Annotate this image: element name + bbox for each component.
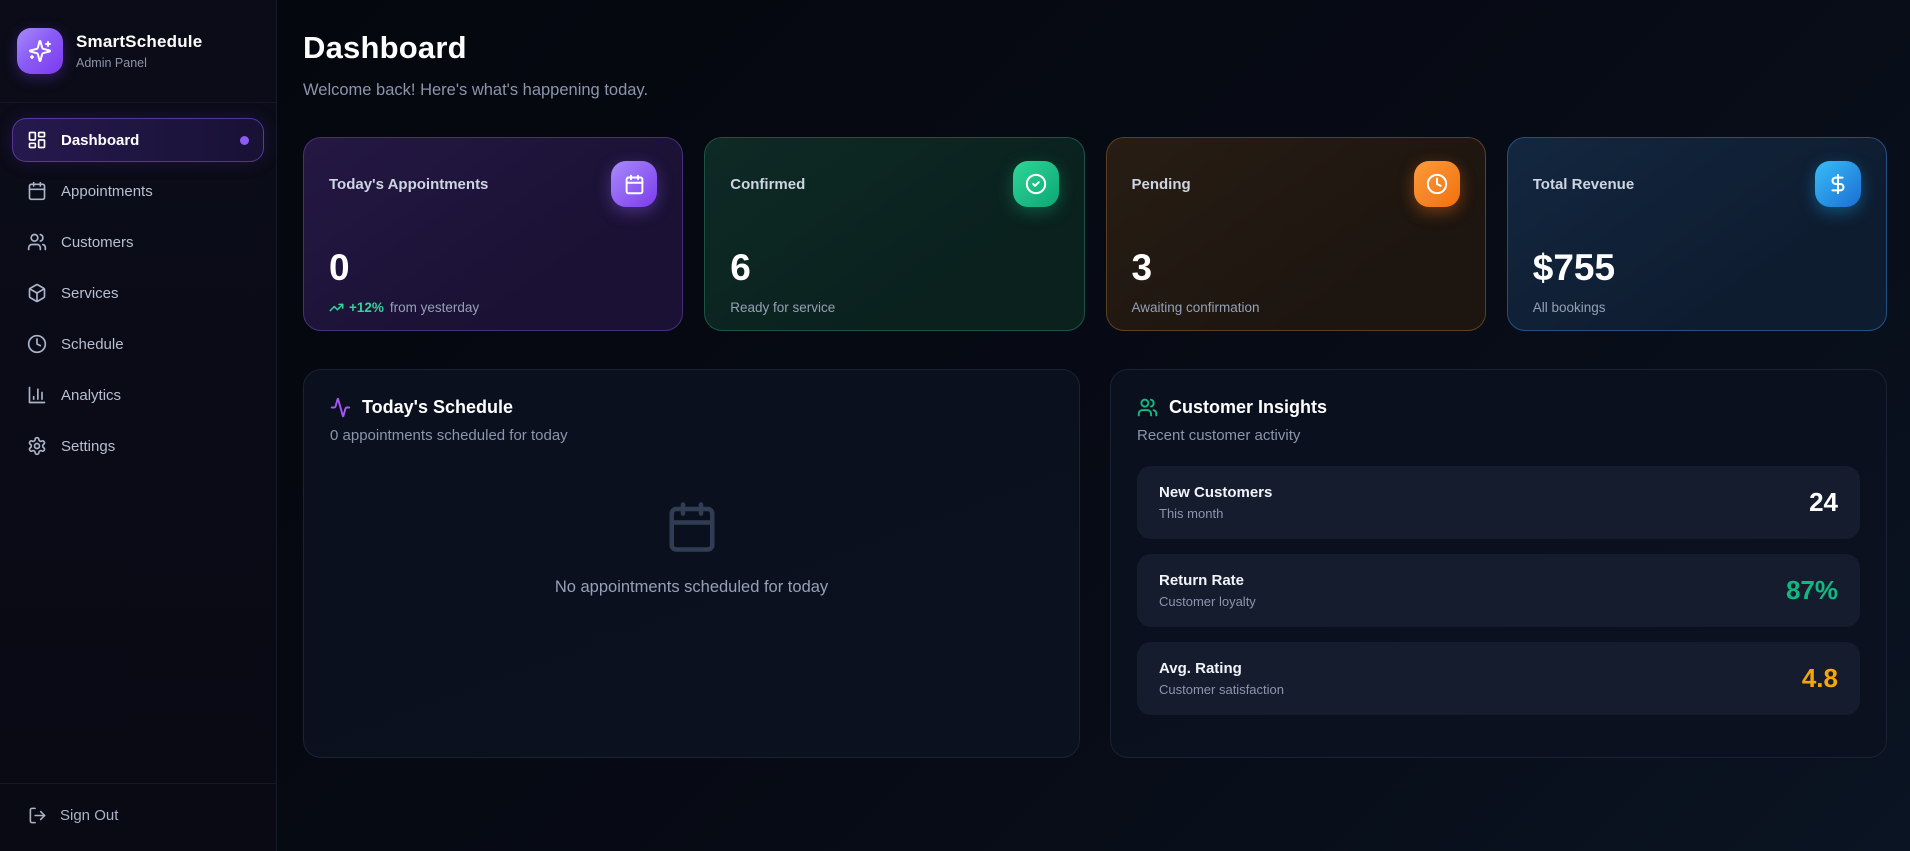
bar-chart-icon <box>27 385 47 405</box>
brand-name: SmartSchedule <box>76 32 202 52</box>
dashboard-grid-icon <box>27 130 47 150</box>
gear-icon <box>27 436 47 456</box>
sidebar-item-label: Schedule <box>61 336 124 353</box>
sidebar-item-label: Settings <box>61 438 115 455</box>
package-icon <box>27 283 47 303</box>
clock-icon <box>27 334 47 354</box>
sparkles-icon <box>17 28 63 74</box>
trend: +12% <box>329 300 384 315</box>
panel-subtitle: 0 appointments scheduled for today <box>330 427 1053 444</box>
sidebar: SmartSchedule Admin Panel Dashboard <box>0 0 277 851</box>
sidebar-item-analytics[interactable]: Analytics <box>12 373 264 417</box>
panel-title: Customer Insights <box>1169 397 1327 418</box>
stat-label: Pending <box>1132 176 1191 193</box>
insight-value: 24 <box>1809 487 1838 518</box>
insight-value: 4.8 <box>1802 663 1838 694</box>
app-root: SmartSchedule Admin Panel Dashboard <box>0 0 1910 851</box>
calendar-icon <box>27 181 47 201</box>
stat-value: 3 <box>1132 247 1460 289</box>
sidebar-item-settings[interactable]: Settings <box>12 424 264 468</box>
stat-subtext: +12% from yesterday <box>329 300 657 315</box>
main-content: Dashboard Welcome back! Here's what's ha… <box>277 0 1910 851</box>
brand-block: SmartSchedule Admin Panel <box>76 32 202 70</box>
sign-out-label: Sign Out <box>60 807 118 824</box>
stat-value: 0 <box>329 247 657 289</box>
trending-up-icon <box>329 300 344 315</box>
stat-value: 6 <box>730 247 1058 289</box>
users-icon <box>1137 397 1158 418</box>
insight-sublabel: Customer loyalty <box>1159 594 1256 609</box>
insight-sublabel: This month <box>1159 506 1272 521</box>
insight-text: Avg. Rating Customer satisfaction <box>1159 660 1284 697</box>
insight-row-return-rate: Return Rate Customer loyalty 87% <box>1137 554 1860 627</box>
stat-card-todays-appointments: Today's Appointments 0 <box>303 137 683 331</box>
sidebar-item-label: Customers <box>61 234 134 251</box>
activity-icon <box>330 397 351 418</box>
sidebar-item-appointments[interactable]: Appointments <box>12 169 264 213</box>
insight-sublabel: Customer satisfaction <box>1159 682 1284 697</box>
todays-schedule-panel: Today's Schedule 0 appointments schedule… <box>303 369 1080 758</box>
stat-card-confirmed: Confirmed 6 Ready for service <box>704 137 1084 331</box>
stat-value: $755 <box>1533 247 1861 289</box>
stat-label: Confirmed <box>730 176 805 193</box>
page-subtitle: Welcome back! Here's what's happening to… <box>303 81 1887 100</box>
insight-row-new-customers: New Customers This month 24 <box>1137 466 1860 539</box>
panel-subtitle: Recent customer activity <box>1137 427 1860 444</box>
check-circle-icon <box>1013 161 1059 207</box>
stat-card-total-revenue: Total Revenue $755 All bookings <box>1507 137 1887 331</box>
panel-title: Today's Schedule <box>362 397 513 418</box>
insight-row-avg-rating: Avg. Rating Customer satisfaction 4.8 <box>1137 642 1860 715</box>
stat-card-pending: Pending 3 Awaiting confirmation <box>1106 137 1486 331</box>
trend-label: from yesterday <box>390 300 479 315</box>
trend-value: +12% <box>349 300 384 315</box>
panels-row: Today's Schedule 0 appointments schedule… <box>303 369 1887 758</box>
sidebar-item-label: Dashboard <box>61 132 139 149</box>
sidebar-header: SmartSchedule Admin Panel <box>0 0 276 103</box>
log-out-icon <box>28 806 47 825</box>
stat-label: Today's Appointments <box>329 176 488 193</box>
calendar-icon <box>665 500 719 554</box>
stat-subtext: Ready for service <box>730 300 1058 315</box>
page-title: Dashboard <box>303 30 1887 66</box>
sidebar-footer: Sign Out <box>0 783 276 851</box>
sidebar-item-dashboard[interactable]: Dashboard <box>12 118 264 162</box>
brand-subtitle: Admin Panel <box>76 56 202 70</box>
active-indicator-dot <box>240 136 249 145</box>
sidebar-nav: Dashboard Appointments Cus <box>0 103 276 783</box>
users-icon <box>27 232 47 252</box>
sign-out-button[interactable]: Sign Out <box>28 806 248 825</box>
insight-text: New Customers This month <box>1159 484 1272 521</box>
sidebar-item-label: Analytics <box>61 387 121 404</box>
dollar-icon <box>1815 161 1861 207</box>
schedule-empty-state: No appointments scheduled for today <box>330 500 1053 597</box>
stat-subtext: All bookings <box>1533 300 1861 315</box>
insight-value: 87% <box>1786 575 1838 606</box>
stat-subtext: Awaiting confirmation <box>1132 300 1460 315</box>
sidebar-item-services[interactable]: Services <box>12 271 264 315</box>
customer-insights-panel: Customer Insights Recent customer activi… <box>1110 369 1887 758</box>
insight-label: New Customers <box>1159 484 1272 501</box>
calendar-icon <box>611 161 657 207</box>
insight-label: Avg. Rating <box>1159 660 1284 677</box>
clock-icon <box>1414 161 1460 207</box>
insight-text: Return Rate Customer loyalty <box>1159 572 1256 609</box>
sidebar-item-label: Appointments <box>61 183 153 200</box>
insight-label: Return Rate <box>1159 572 1256 589</box>
sidebar-item-label: Services <box>61 285 119 302</box>
stat-cards-row: Today's Appointments 0 <box>303 137 1887 331</box>
sidebar-item-customers[interactable]: Customers <box>12 220 264 264</box>
stat-label: Total Revenue <box>1533 176 1634 193</box>
empty-state-text: No appointments scheduled for today <box>555 578 828 597</box>
insight-list: New Customers This month 24 Return Rate … <box>1137 466 1860 715</box>
sidebar-item-schedule[interactable]: Schedule <box>12 322 264 366</box>
